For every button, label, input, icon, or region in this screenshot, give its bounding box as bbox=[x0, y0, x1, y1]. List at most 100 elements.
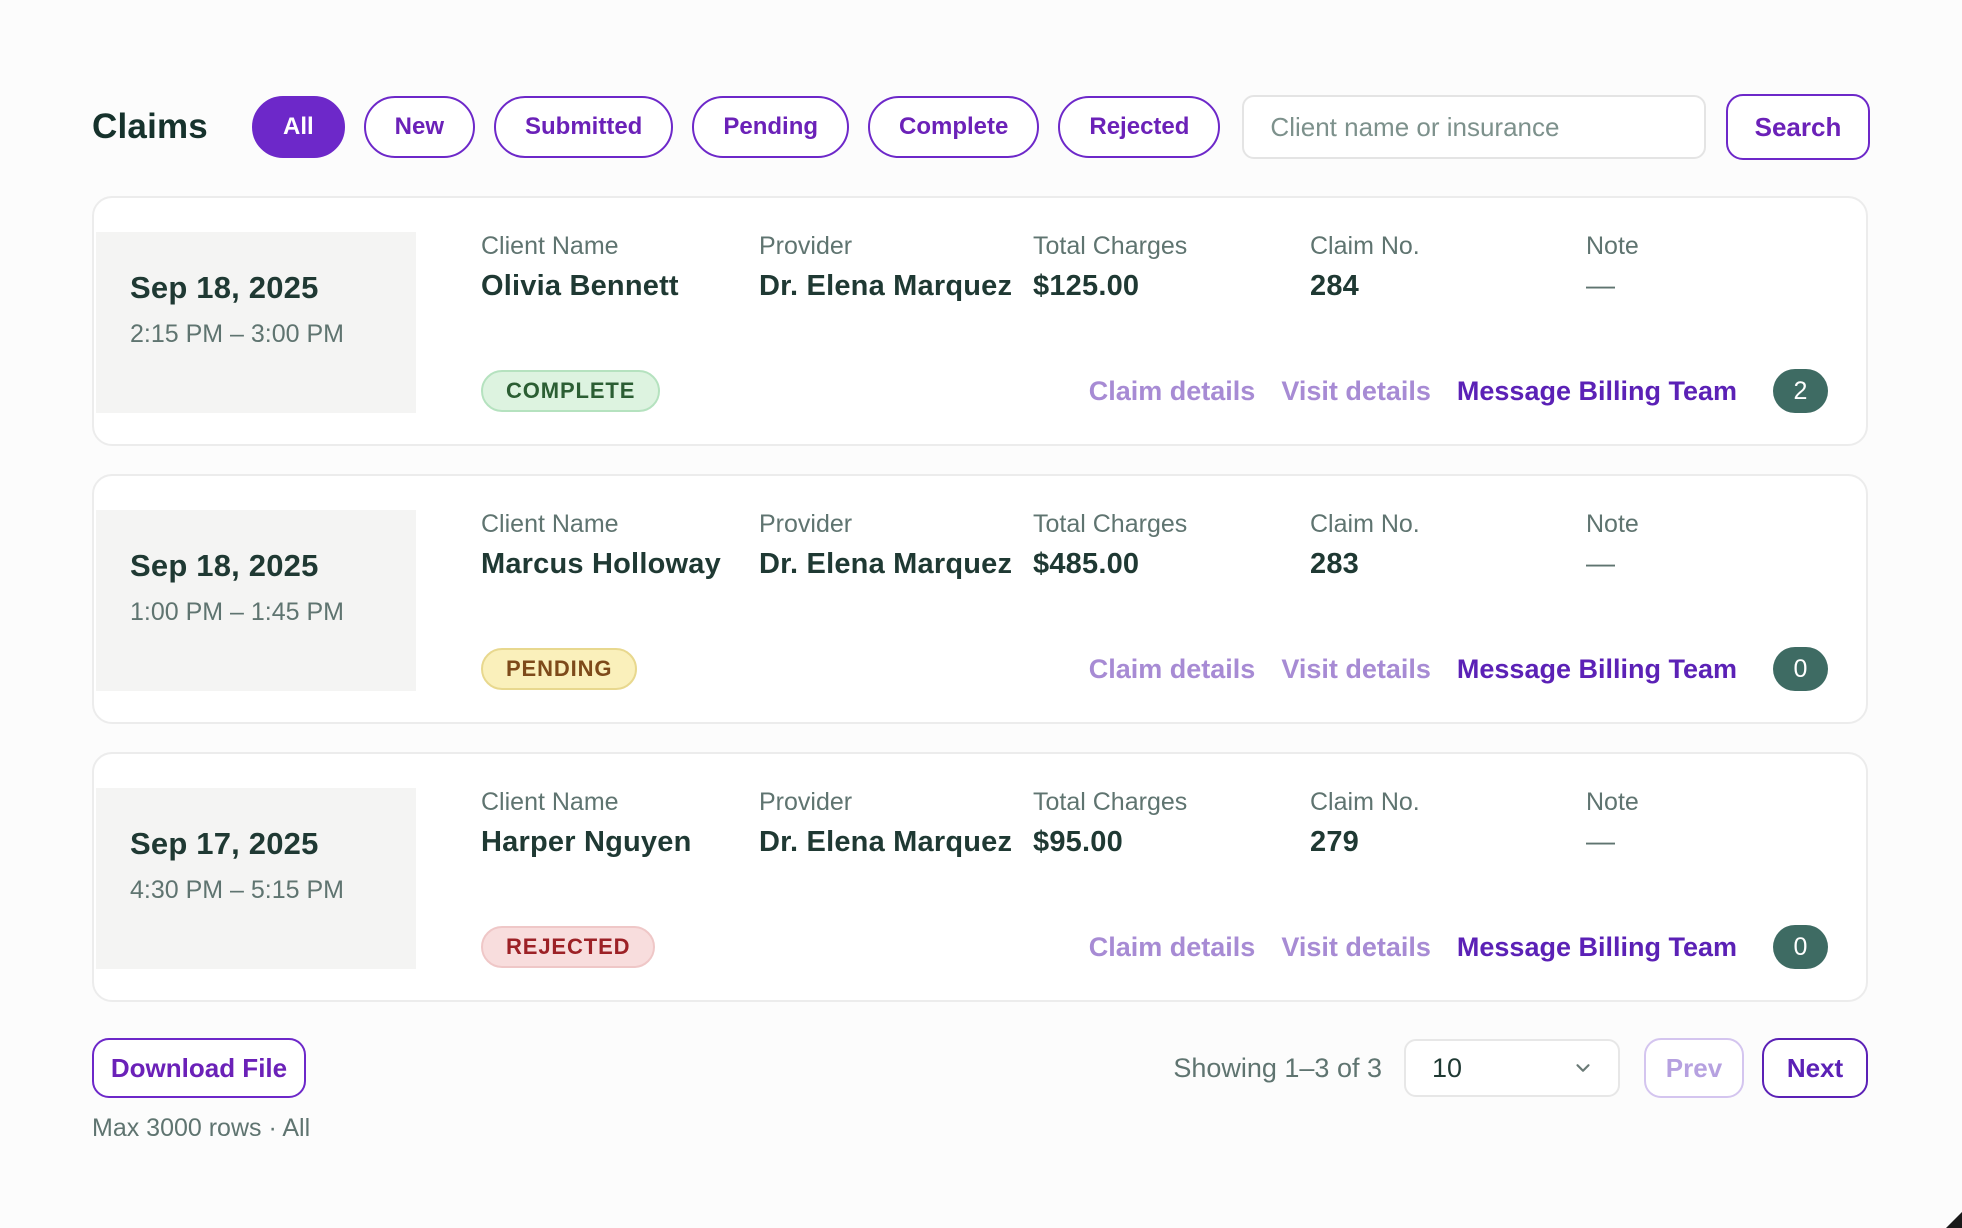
claim-card: Sep 18, 2025 2:15 PM – 3:00 PM Client Na… bbox=[92, 196, 1868, 446]
charges-value: $485.00 bbox=[1033, 548, 1310, 581]
claim-details-link[interactable]: Claim details bbox=[1089, 376, 1256, 407]
charges-field: Total Charges $125.00 bbox=[1033, 232, 1310, 303]
claim-no-value: 279 bbox=[1310, 826, 1586, 859]
client-label: Client Name bbox=[481, 788, 759, 817]
message-count-badge: 0 bbox=[1773, 647, 1828, 691]
client-label: Client Name bbox=[481, 232, 759, 261]
next-button[interactable]: Next bbox=[1762, 1038, 1868, 1098]
charges-value: $95.00 bbox=[1033, 826, 1310, 859]
note-label: Note bbox=[1586, 232, 1828, 261]
note-label: Note bbox=[1586, 788, 1828, 817]
note-field: Note — bbox=[1586, 232, 1828, 303]
note-label: Note bbox=[1586, 510, 1828, 539]
claim-date: Sep 18, 2025 bbox=[130, 548, 396, 584]
provider-field: Provider Dr. Elena Marquez bbox=[759, 510, 1033, 581]
footer: Download File Max 3000 rows · All Showin… bbox=[92, 1038, 1868, 1143]
client-value: Olivia Bennett bbox=[481, 270, 759, 303]
date-panel: Sep 18, 2025 1:00 PM – 1:45 PM bbox=[96, 510, 416, 691]
page-size-value: 10 bbox=[1432, 1053, 1572, 1084]
filter-submitted[interactable]: Submitted bbox=[494, 96, 673, 158]
claim-time: 2:15 PM – 3:00 PM bbox=[130, 320, 396, 349]
actions-row: REJECTED Claim details Visit details Mes… bbox=[481, 925, 1828, 969]
page-size-select[interactable]: 10 bbox=[1404, 1039, 1620, 1097]
download-file-button[interactable]: Download File bbox=[92, 1038, 306, 1098]
provider-label: Provider bbox=[759, 510, 1033, 539]
header: Claims All New Submitted Pending Complet… bbox=[92, 94, 1870, 160]
fields-row: Client Name Olivia Bennett Provider Dr. … bbox=[481, 232, 1828, 303]
claim-details-link[interactable]: Claim details bbox=[1089, 654, 1256, 685]
claim-no-field: Claim No. 284 bbox=[1310, 232, 1586, 303]
client-value: Marcus Holloway bbox=[481, 548, 759, 581]
provider-value: Dr. Elena Marquez bbox=[759, 270, 1033, 303]
visit-details-link[interactable]: Visit details bbox=[1281, 376, 1431, 407]
client-value: Harper Nguyen bbox=[481, 826, 759, 859]
claims-page: Claims All New Submitted Pending Complet… bbox=[0, 0, 1962, 1143]
note-field: Note — bbox=[1586, 788, 1828, 859]
claim-time: 1:00 PM – 1:45 PM bbox=[130, 598, 396, 627]
claim-time: 4:30 PM – 5:15 PM bbox=[130, 876, 396, 905]
note-value: — bbox=[1586, 270, 1828, 303]
claim-details-area: Client Name Harper Nguyen Provider Dr. E… bbox=[481, 788, 1828, 969]
claim-no-label: Claim No. bbox=[1310, 510, 1586, 539]
message-billing-link[interactable]: Message Billing Team bbox=[1457, 654, 1737, 685]
filter-pills: All New Submitted Pending Complete Rejec… bbox=[252, 96, 1220, 158]
charges-label: Total Charges bbox=[1033, 232, 1310, 261]
charges-label: Total Charges bbox=[1033, 510, 1310, 539]
status-badge: REJECTED bbox=[481, 926, 655, 968]
provider-value: Dr. Elena Marquez bbox=[759, 548, 1033, 581]
actions-row: COMPLETE Claim details Visit details Mes… bbox=[481, 369, 1828, 413]
provider-label: Provider bbox=[759, 788, 1033, 817]
filter-all[interactable]: All bbox=[252, 96, 345, 158]
fields-row: Client Name Marcus Holloway Provider Dr.… bbox=[481, 510, 1828, 581]
filter-rejected[interactable]: Rejected bbox=[1058, 96, 1220, 158]
visit-details-link[interactable]: Visit details bbox=[1281, 654, 1431, 685]
message-count-badge: 0 bbox=[1773, 925, 1828, 969]
status-badge: PENDING bbox=[481, 648, 637, 690]
charges-value: $125.00 bbox=[1033, 270, 1310, 303]
client-label: Client Name bbox=[481, 510, 759, 539]
claim-date: Sep 17, 2025 bbox=[130, 826, 396, 862]
page-title: Claims bbox=[92, 107, 208, 147]
claim-no-value: 283 bbox=[1310, 548, 1586, 581]
message-billing-link[interactable]: Message Billing Team bbox=[1457, 932, 1737, 963]
claim-card: Sep 18, 2025 1:00 PM – 1:45 PM Client Na… bbox=[92, 474, 1868, 724]
note-value: — bbox=[1586, 826, 1828, 859]
search-button[interactable]: Search bbox=[1726, 94, 1870, 160]
filter-pending[interactable]: Pending bbox=[692, 96, 849, 158]
filter-new[interactable]: New bbox=[364, 96, 475, 158]
chevron-down-icon bbox=[1572, 1057, 1594, 1079]
client-field: Client Name Marcus Holloway bbox=[481, 510, 759, 581]
claim-date: Sep 18, 2025 bbox=[130, 270, 396, 306]
provider-label: Provider bbox=[759, 232, 1033, 261]
cursor-artifact bbox=[1946, 1212, 1962, 1228]
max-rows-caption: Max 3000 rows · All bbox=[92, 1114, 310, 1143]
status-badge: COMPLETE bbox=[481, 370, 660, 412]
claim-no-field: Claim No. 283 bbox=[1310, 510, 1586, 581]
showing-text: Showing 1–3 of 3 bbox=[1173, 1053, 1382, 1084]
message-billing-link[interactable]: Message Billing Team bbox=[1457, 376, 1737, 407]
message-count-badge: 2 bbox=[1773, 369, 1828, 413]
search-input[interactable] bbox=[1242, 95, 1706, 159]
prev-button[interactable]: Prev bbox=[1644, 1038, 1744, 1098]
claim-no-field: Claim No. 279 bbox=[1310, 788, 1586, 859]
note-field: Note — bbox=[1586, 510, 1828, 581]
client-field: Client Name Harper Nguyen bbox=[481, 788, 759, 859]
filter-complete[interactable]: Complete bbox=[868, 96, 1039, 158]
note-value: — bbox=[1586, 548, 1828, 581]
actions-row: PENDING Claim details Visit details Mess… bbox=[481, 647, 1828, 691]
provider-value: Dr. Elena Marquez bbox=[759, 826, 1033, 859]
claim-no-label: Claim No. bbox=[1310, 788, 1586, 817]
charges-field: Total Charges $95.00 bbox=[1033, 788, 1310, 859]
claim-details-area: Client Name Marcus Holloway Provider Dr.… bbox=[481, 510, 1828, 691]
date-panel: Sep 17, 2025 4:30 PM – 5:15 PM bbox=[96, 788, 416, 969]
visit-details-link[interactable]: Visit details bbox=[1281, 932, 1431, 963]
provider-field: Provider Dr. Elena Marquez bbox=[759, 788, 1033, 859]
charges-label: Total Charges bbox=[1033, 788, 1310, 817]
claim-details-area: Client Name Olivia Bennett Provider Dr. … bbox=[481, 232, 1828, 413]
provider-field: Provider Dr. Elena Marquez bbox=[759, 232, 1033, 303]
charges-field: Total Charges $485.00 bbox=[1033, 510, 1310, 581]
claim-no-value: 284 bbox=[1310, 270, 1586, 303]
claim-no-label: Claim No. bbox=[1310, 232, 1586, 261]
client-field: Client Name Olivia Bennett bbox=[481, 232, 759, 303]
claim-details-link[interactable]: Claim details bbox=[1089, 932, 1256, 963]
